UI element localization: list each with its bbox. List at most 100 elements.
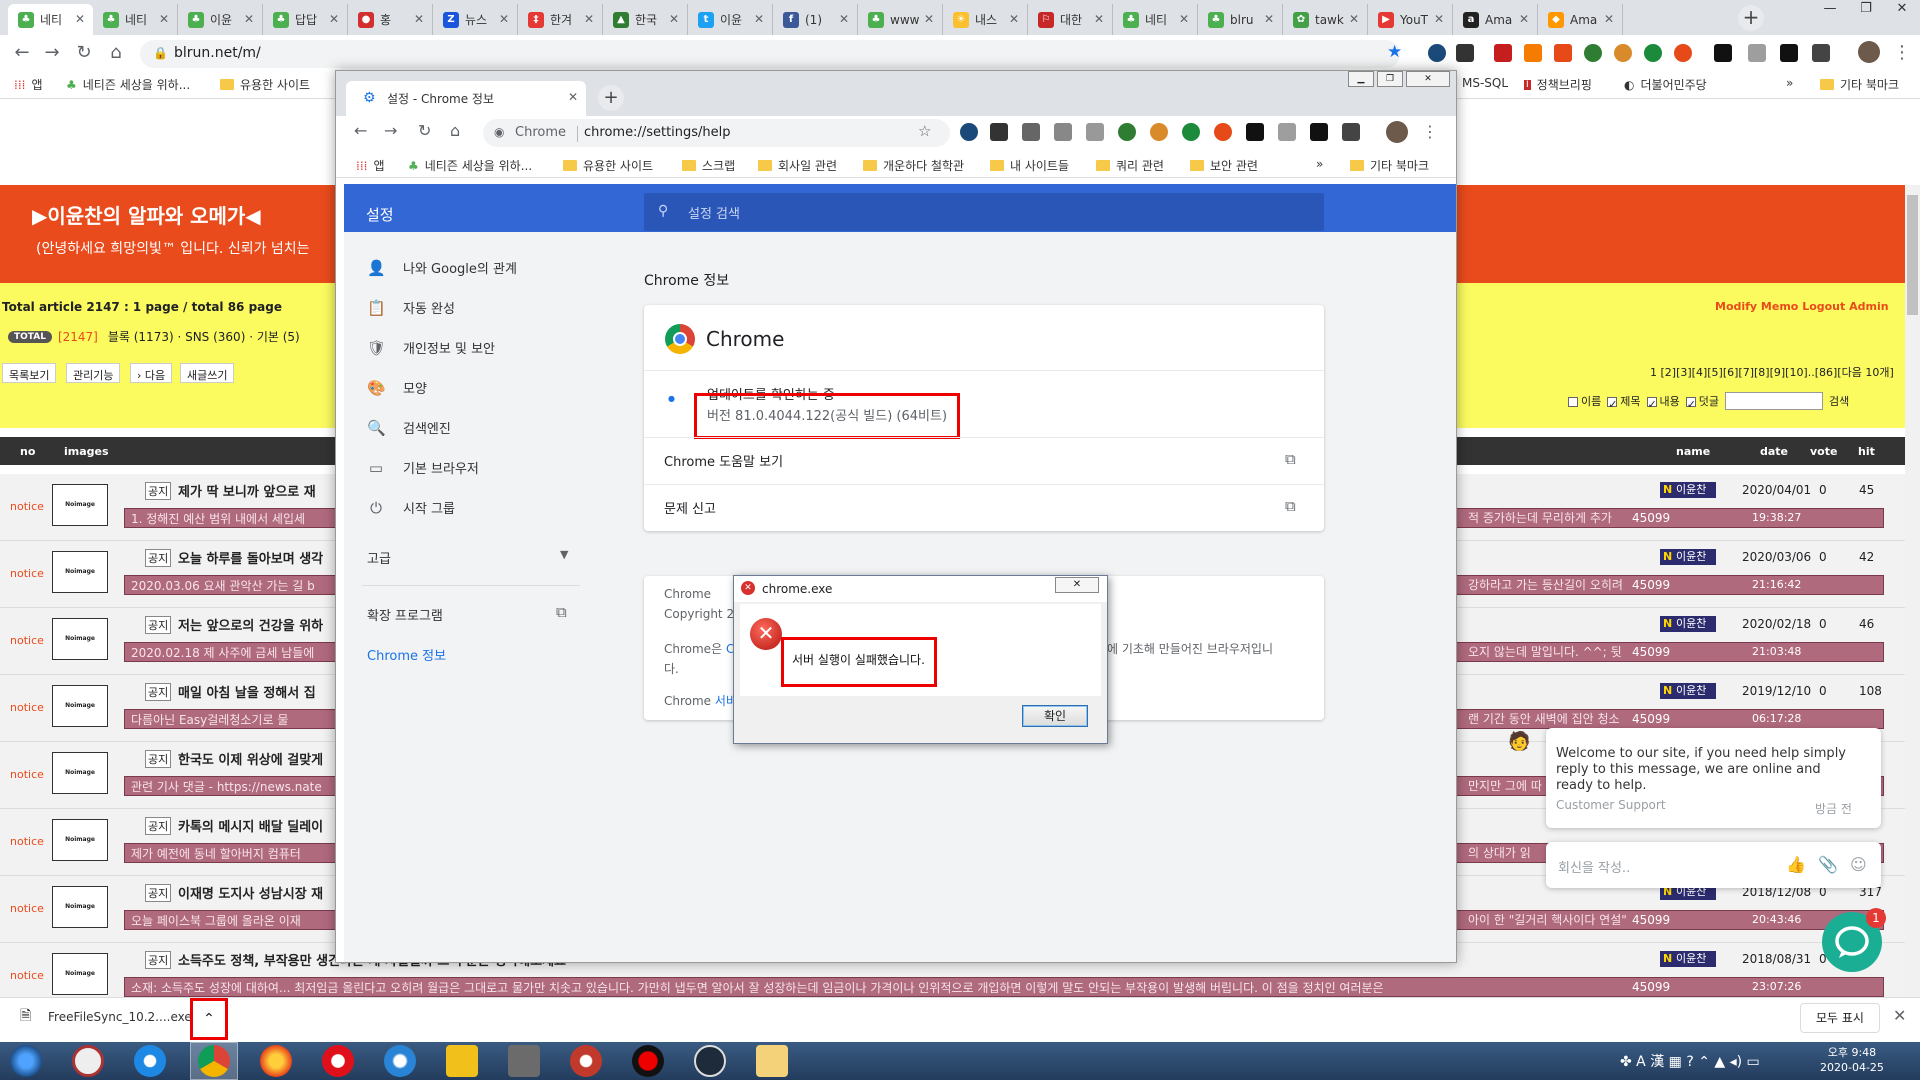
more-menu-icon[interactable]: ⋮ xyxy=(1422,122,1438,141)
close-tab-icon[interactable]: ✕ xyxy=(414,12,424,26)
settings-search-placeholder[interactable]: 설정 검색 xyxy=(688,203,740,222)
pagination[interactable]: 1 [2][3][4][5][6][7][8][9][10]..[86][다음 … xyxy=(1650,364,1894,380)
show-all-downloads-button[interactable]: 모두 표시 xyxy=(1800,1003,1880,1033)
row-preview-bar[interactable]: 소재: 소득주도 성장에 대하여... 최저임금 올린다고 오히려 월급은 그대… xyxy=(124,977,1884,997)
cookie-icon[interactable] xyxy=(1150,123,1168,141)
extension-icon[interactable] xyxy=(1342,123,1360,141)
close-tab-icon[interactable]: ✕ xyxy=(1349,12,1359,26)
open-external-icon[interactable]: ⧉ xyxy=(556,603,567,621)
browser-tab[interactable]: ▲ 한국 ✕ xyxy=(603,4,688,35)
home-icon[interactable]: ⌂ xyxy=(450,121,460,140)
browser-tab[interactable]: ♣ www ✕ xyxy=(858,4,943,35)
bookmark-folder[interactable]: 기타 북마크 xyxy=(1350,157,1429,174)
settings-nav-about[interactable]: Chrome 정보 xyxy=(367,645,446,664)
browser-tab[interactable]: ♣ 답답 ✕ xyxy=(263,4,348,35)
back-icon[interactable]: ← xyxy=(354,121,367,140)
row-thumbnail[interactable]: Noimage xyxy=(52,819,108,861)
row-thumbnail[interactable]: Noimage xyxy=(52,484,108,526)
close-tab-icon[interactable]: ✕ xyxy=(244,12,254,26)
thumbs-up-icon[interactable]: 👍 xyxy=(1786,855,1806,874)
extension-icon[interactable] xyxy=(1812,44,1830,62)
new-tab-button[interactable]: + xyxy=(598,85,624,111)
close-window-button[interactable]: ✕ xyxy=(1406,71,1450,87)
close-tab-icon[interactable]: ✕ xyxy=(924,12,934,26)
extension-icon[interactable] xyxy=(1456,44,1474,62)
bookmark-item[interactable]: ♣ 네티즌 세상을 위하... xyxy=(66,76,190,93)
bookmark-star-icon[interactable]: ☆ xyxy=(918,122,931,140)
site-title[interactable]: ▶이윤찬의 알파와 오메가◀ xyxy=(32,200,261,229)
settings-nav-item[interactable]: 🛡 개인정보 및 보안 xyxy=(367,338,495,358)
close-tab-icon[interactable]: ✕ xyxy=(568,90,578,104)
address-url[interactable]: blrun.net/m/ xyxy=(174,45,261,61)
chat-reply-placeholder[interactable]: 회신을 작성.. xyxy=(1558,857,1630,876)
settings-nav-item[interactable]: 👤 나와 Google의 관계 xyxy=(367,258,517,278)
restore-button[interactable]: ❐ xyxy=(1848,0,1884,20)
extension-icon[interactable] xyxy=(1182,123,1200,141)
restore-button[interactable]: ❐ xyxy=(1377,71,1403,87)
browser-tab[interactable]: ● 홍 ✕ xyxy=(348,4,433,35)
row-thumbnail[interactable]: Noimage xyxy=(52,618,108,660)
next-button[interactable]: › 다음 xyxy=(130,363,173,383)
bookmark-apps[interactable]: ⁞⁞⁞ 앱 xyxy=(356,157,385,174)
close-tab-icon[interactable]: ✕ xyxy=(1264,12,1274,26)
close-window-button[interactable]: ✕ xyxy=(1884,0,1920,20)
cookie-icon[interactable] xyxy=(1614,44,1632,62)
row-title[interactable]: 매일 아침 날을 정해서 집 xyxy=(178,682,316,701)
taskbar-app-icon[interactable] xyxy=(570,1045,602,1077)
extension-icon[interactable] xyxy=(1554,44,1572,62)
row-title[interactable]: 카톡의 메시지 배달 딜레이 xyxy=(178,816,323,835)
settings-nav-item[interactable]: 🎨 모양 xyxy=(367,378,427,398)
close-tab-icon[interactable]: ✕ xyxy=(669,12,679,26)
reload-icon[interactable]: ↻ xyxy=(72,42,96,66)
extension-icon[interactable] xyxy=(1022,123,1040,141)
close-tab-icon[interactable]: ✕ xyxy=(499,12,509,26)
row-thumbnail[interactable]: Noimage xyxy=(52,551,108,593)
row-thumbnail[interactable]: Noimage xyxy=(52,953,108,995)
scrollbar-thumb[interactable] xyxy=(1907,195,1918,315)
close-tab-icon[interactable]: ✕ xyxy=(159,12,169,26)
bookmark-folder[interactable]: 보안 관련 xyxy=(1190,157,1258,174)
more-menu-icon[interactable]: ⋮ xyxy=(1893,42,1911,63)
reload-icon[interactable]: ↻ xyxy=(418,121,431,140)
bookmark-folder[interactable]: 개운하다 철학관 xyxy=(863,157,964,174)
bookmark-folder[interactable]: 스크랩 xyxy=(682,157,735,174)
browser-tab[interactable]: f (1) ✕ xyxy=(773,4,858,35)
new-tab-button[interactable]: + xyxy=(1738,5,1764,31)
home-icon[interactable]: ⌂ xyxy=(104,42,128,66)
dialog-close-button[interactable]: ✕ xyxy=(1055,577,1099,593)
profile-avatar[interactable] xyxy=(1858,41,1880,63)
close-tab-icon[interactable]: ✕ xyxy=(584,12,594,26)
browser-tab[interactable]: ◆ Ama ✕ xyxy=(1538,4,1623,35)
row-title[interactable]: 한국도 이제 위상에 걸맞게 xyxy=(178,749,323,768)
bookmark-folder[interactable]: 쿼리 관련 xyxy=(1096,157,1164,174)
extension-icon[interactable] xyxy=(960,123,978,141)
browser-tab[interactable]: ♣ blru ✕ xyxy=(1198,4,1283,35)
bookmark-item[interactable]: ♣ 네티즌 세상을 위하... xyxy=(408,157,532,174)
download-arrow-icon[interactable] xyxy=(1748,44,1766,62)
extension-icon[interactable] xyxy=(1086,123,1104,141)
minimize-button[interactable]: ▁ xyxy=(1348,71,1374,87)
row-title[interactable]: 이재명 도지사 성남시장 재 xyxy=(178,883,323,902)
address-bar[interactable] xyxy=(140,40,1400,68)
bookmark-overflow[interactable]: » xyxy=(1786,76,1793,90)
board-search-button[interactable]: 검색 xyxy=(1829,393,1849,409)
report-issue-link[interactable]: 문제 신고 xyxy=(664,498,716,517)
browser-tab[interactable]: ♣ 네티 ✕ xyxy=(8,4,93,35)
close-tab-icon[interactable]: ✕ xyxy=(1519,12,1529,26)
settings-nav-item[interactable]: 📋 자동 완성 xyxy=(367,298,455,318)
help-link[interactable]: Chrome 도움말 보기 xyxy=(664,451,783,470)
close-tab-icon[interactable]: ✕ xyxy=(839,12,849,26)
bookmark-folder[interactable]: 회사일 관련 xyxy=(758,157,837,174)
ok-button[interactable]: 확인 xyxy=(1022,705,1088,727)
firefox-icon[interactable] xyxy=(260,1045,292,1077)
folder-icon[interactable] xyxy=(756,1045,788,1077)
download-filename[interactable]: FreeFileSync_10.2....exe xyxy=(48,1010,192,1024)
search-opt-content[interactable]: ✓ 내용 xyxy=(1646,393,1680,411)
extension-icon[interactable] xyxy=(1644,44,1662,62)
settings-tab-title[interactable]: 설정 - Chrome 정보 xyxy=(387,90,494,107)
chevron-up-icon[interactable]: ⌃ xyxy=(190,998,228,1040)
close-tab-icon[interactable]: ✕ xyxy=(1094,12,1104,26)
write-button[interactable]: 새글쓰기 xyxy=(180,363,235,383)
extension-icon[interactable] xyxy=(1714,44,1732,62)
bookmark-item[interactable]: MS-SQL xyxy=(1462,76,1508,90)
